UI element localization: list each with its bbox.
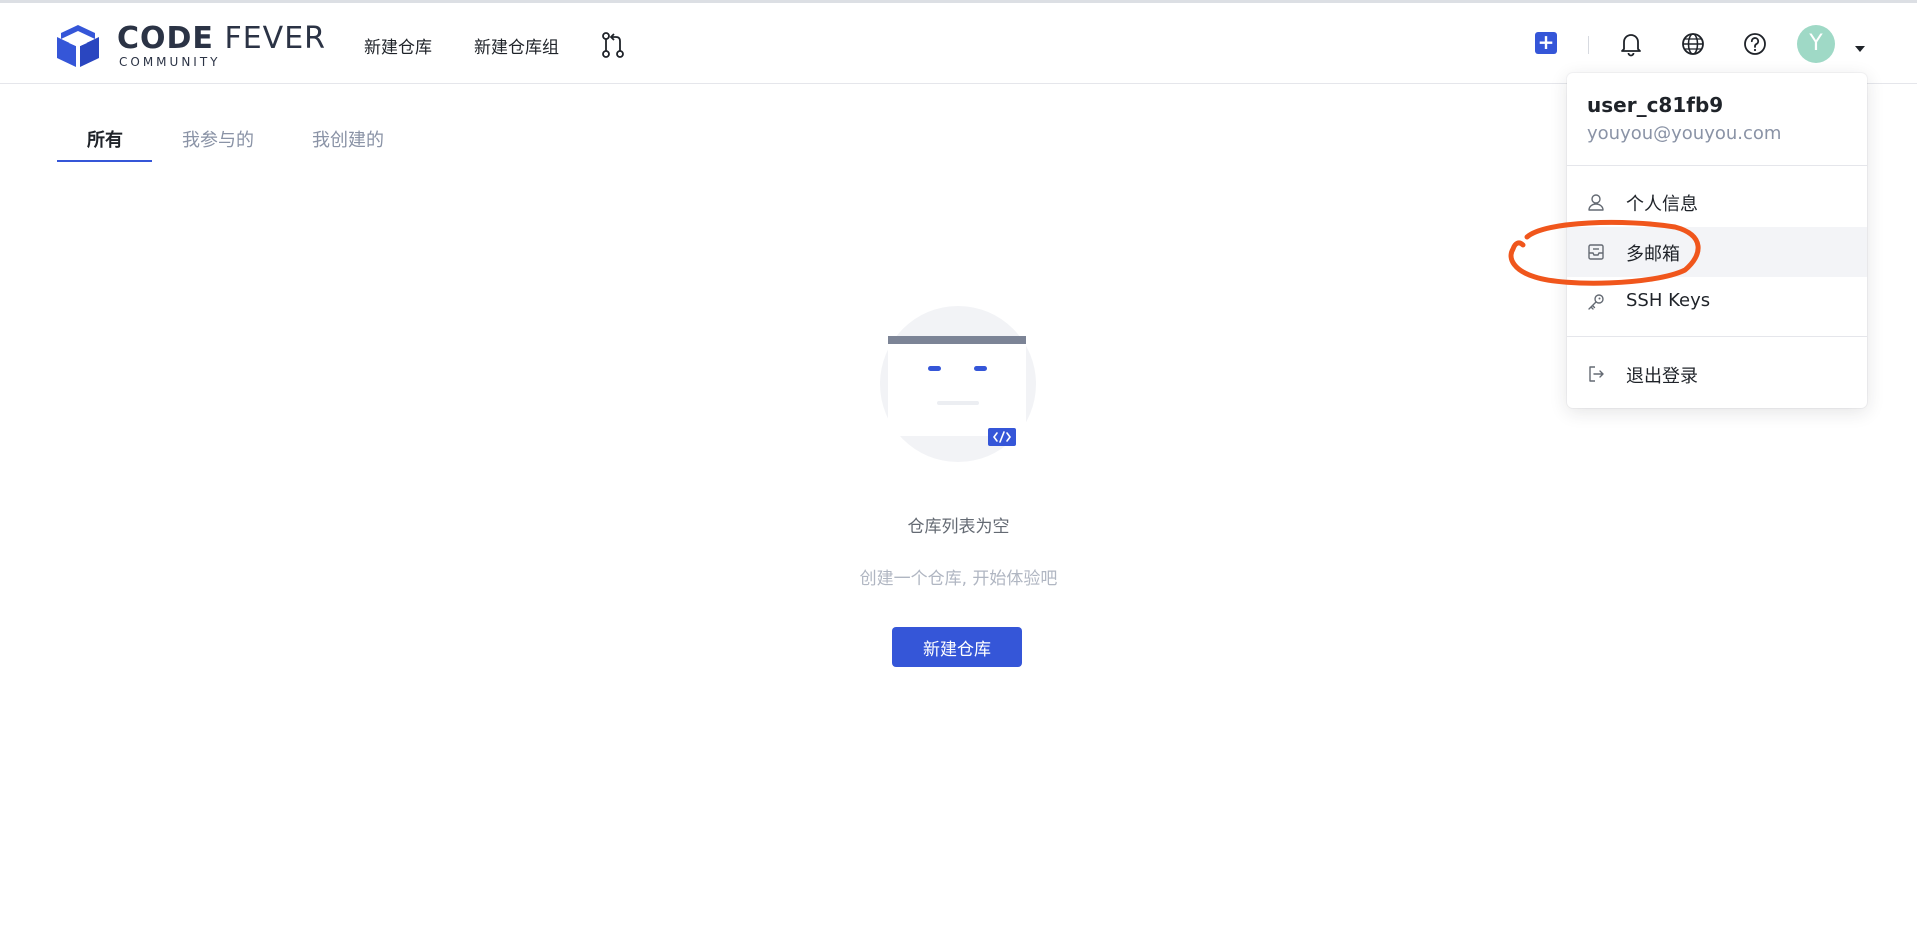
menu-item-label: 个人信息: [1626, 194, 1698, 215]
top-header: CODE FEVER COMMUNITY 新建仓库 新建仓库组 + Y: [0, 3, 1917, 84]
menu-username: user_c81fb9: [1587, 93, 1724, 117]
create-plus-button[interactable]: +: [1535, 32, 1557, 54]
key-icon: [1588, 294, 1604, 310]
menu-item-multi-email[interactable]: 多邮箱: [1567, 227, 1867, 277]
empty-repo-illustration: [878, 304, 1038, 464]
menu-item-label: SSH Keys: [1626, 290, 1711, 311]
globe-icon[interactable]: [1680, 31, 1706, 57]
user-menu-dropdown: user_c81fb9 youyou@youyou.com 个人信息 多邮箱 S…: [1567, 73, 1867, 408]
code-fever-logo[interactable]: CODE FEVER COMMUNITY: [55, 21, 325, 69]
menu-item-label: 多邮箱: [1626, 244, 1680, 265]
logo-cube-icon: [57, 25, 99, 67]
logo-wordmark: CODE FEVER: [117, 21, 326, 56]
repo-filter-tabs: 所有 我参与的 我创建的: [57, 122, 457, 164]
user-avatar[interactable]: Y: [1797, 25, 1835, 63]
bell-icon[interactable]: [1618, 31, 1644, 57]
tab-all[interactable]: 所有: [87, 126, 123, 152]
help-icon[interactable]: [1742, 31, 1768, 57]
logout-icon: [1589, 366, 1604, 382]
empty-state-subtitle: 创建一个仓库, 开始体验吧: [859, 569, 1058, 589]
tab-joined[interactable]: 我参与的: [182, 126, 254, 152]
nav-new-repo-group[interactable]: 新建仓库组: [474, 33, 559, 58]
menu-item-ssh-keys[interactable]: SSH Keys: [1567, 277, 1867, 327]
tab-created[interactable]: 我创建的: [312, 126, 384, 152]
menu-divider: [1567, 336, 1867, 337]
menu-email: youyou@youyou.com: [1587, 123, 1782, 144]
caret-down-icon[interactable]: [1854, 39, 1866, 52]
merge-request-icon[interactable]: [600, 31, 626, 59]
create-repo-button[interactable]: 新建仓库: [892, 627, 1022, 667]
menu-divider: [1567, 165, 1867, 166]
inbox-icon: [1588, 244, 1604, 260]
header-divider: [1588, 36, 1589, 54]
empty-state-title: 仓库列表为空: [907, 517, 1010, 537]
nav-new-repo[interactable]: 新建仓库: [364, 33, 432, 58]
active-tab-underline: [57, 160, 152, 162]
menu-item-profile[interactable]: 个人信息: [1567, 177, 1867, 227]
user-icon: [1588, 194, 1604, 211]
menu-item-logout[interactable]: 退出登录: [1567, 349, 1867, 399]
logo-subtitle: COMMUNITY: [119, 55, 221, 69]
menu-item-label: 退出登录: [1626, 366, 1698, 387]
